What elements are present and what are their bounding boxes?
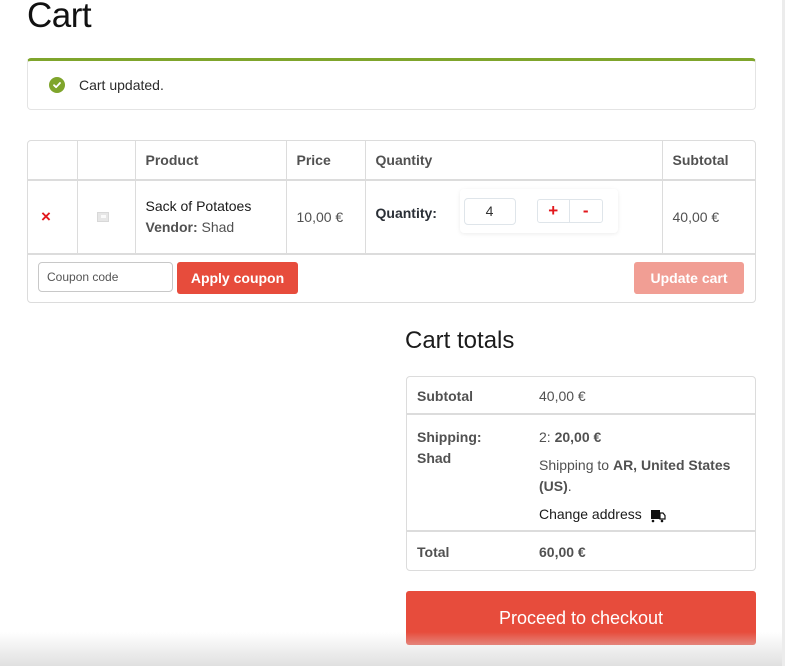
shipping-method: 2: 20,00 €: [539, 427, 749, 448]
total-label: Total: [417, 544, 450, 560]
cart-actions: Apply coupon Update cart: [28, 255, 755, 302]
truck-icon[interactable]: [650, 508, 666, 522]
shipping-destination: Shipping to AR, United States (US).: [539, 455, 749, 497]
totals-subtotal-row: Subtotal 40,00 €: [407, 377, 755, 415]
header-quantity: Quantity: [365, 141, 663, 181]
product-cell: Sack of Potatoes Vendor: Shad: [135, 180, 287, 255]
header-thumbnail: [77, 141, 136, 181]
cart-totals-title: Cart totals: [405, 327, 515, 354]
quantity-stepper: 4 + -: [459, 189, 618, 233]
quantity-cell: Quantity: 4 + -: [365, 180, 663, 255]
subtotal-value: 40,00 €: [539, 388, 586, 404]
totals-shipping-row: Shipping: Shad 2: 20,00 € Shipping to AR…: [407, 415, 755, 532]
product-name-link[interactable]: Sack of Potatoes: [146, 196, 286, 217]
apply-coupon-button[interactable]: Apply coupon: [177, 262, 298, 294]
decrement-button[interactable]: -: [570, 200, 602, 222]
totals-total-row: Total 60,00 €: [407, 532, 755, 570]
quantity-buttons: + -: [536, 199, 603, 223]
vendor-label: Vendor:: [145, 219, 198, 235]
page-title: Cart: [27, 0, 92, 35]
vendor-info: Vendor: Shad: [146, 219, 235, 235]
thumbnail-cell: [77, 180, 136, 255]
price-cell: 10,00 €: [286, 180, 366, 255]
shipping-to-suffix: .: [567, 478, 572, 494]
product-thumbnail-icon[interactable]: [96, 212, 109, 222]
change-address-link[interactable]: Change address: [539, 504, 749, 525]
shipping-label: Shipping: Shad: [417, 427, 482, 469]
proceed-to-checkout-button[interactable]: Proceed to checkout: [406, 591, 756, 645]
notice-message: Cart updated.: [79, 77, 164, 93]
header-remove: [28, 141, 78, 181]
vendor-name: Shad: [201, 219, 235, 235]
subtotal-cell: 40,00 €: [662, 180, 755, 255]
shipping-method-prefix: 2:: [539, 429, 555, 445]
cart-totals-table: Subtotal 40,00 € Shipping: Shad 2: 20,00…: [406, 376, 756, 571]
shipping-to-prefix: Shipping to: [539, 457, 613, 473]
quantity-label: Quantity:: [375, 205, 437, 221]
table-header-row: Product Price Quantity Subtotal: [28, 141, 755, 181]
shipping-label-line1: Shipping:: [417, 429, 482, 445]
table-row: × Sack of Potatoes Vendor: Shad 10,00 € …: [28, 180, 755, 255]
header-price: Price: [286, 141, 366, 181]
quantity-input[interactable]: 4: [463, 198, 516, 225]
coupon-code-input[interactable]: [38, 262, 173, 292]
shipping-value: 2: 20,00 € Shipping to AR, United States…: [539, 427, 749, 525]
check-circle-icon: [49, 77, 65, 93]
cart-updated-notice: Cart updated.: [27, 58, 756, 110]
remove-item-icon[interactable]: ×: [41, 207, 51, 227]
cart-table: Product Price Quantity Subtotal × Sack o…: [27, 140, 756, 303]
total-value: 60,00 €: [539, 544, 586, 560]
increment-button[interactable]: +: [538, 200, 570, 222]
header-product: Product: [135, 141, 287, 181]
header-subtotal: Subtotal: [662, 141, 755, 181]
shipping-method-price: 20,00 €: [554, 429, 602, 445]
shipping-label-line2: Shad: [417, 450, 452, 466]
subtotal-label: Subtotal: [417, 388, 473, 404]
change-address-label[interactable]: Change address: [539, 504, 642, 525]
update-cart-button[interactable]: Update cart: [634, 262, 744, 294]
remove-cell: ×: [28, 180, 78, 255]
